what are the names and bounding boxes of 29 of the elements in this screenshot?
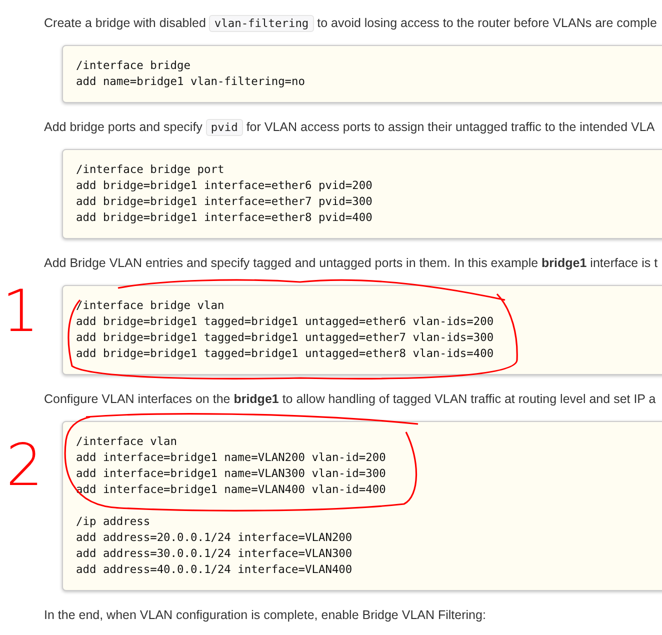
- paragraph-text: Add Bridge VLAN entries and specify tagged and untagged ports in them. In this example bridge1 interface is t: [44, 256, 658, 270]
- paragraph-text: to avoid losing access to the router before VLANs are comple: [316, 16, 657, 30]
- code-line: add bridge=bridge1 interface=ether8 pvid=400: [76, 210, 374, 226]
- inline-code: vlan-filtering: [209, 15, 314, 32]
- code-line: /interface vlan: [76, 434, 178, 450]
- handwritten-number: 1: [2, 282, 39, 340]
- inline-code: pvid: [206, 119, 243, 136]
- paragraph-text: In the end, when VLAN configuration is complete, enable Bridge VLAN Filtering:: [44, 608, 486, 622]
- code-line: add name=bridge1 vlan-filtering=no: [76, 74, 306, 90]
- code-line: add bridge=bridge1 tagged=bridge1 untagged=ether8 vlan-ids=400: [76, 346, 495, 362]
- code-line: add bridge=bridge1 tagged=bridge1 untagged=ether6 vlan-ids=200: [76, 314, 495, 330]
- code-line: add interface=bridge1 name=VLAN300 vlan-id=300: [76, 466, 387, 482]
- code-line: /interface bridge vlan: [76, 298, 226, 314]
- code-line: add address=20.0.0.1/24 interface=VLAN200: [76, 530, 354, 546]
- code-line: add address=40.0.0.1/24 interface=VLAN400: [76, 562, 354, 578]
- handwritten-number: 2: [6, 436, 43, 494]
- paragraph-text: Add bridge ports and specify: [44, 120, 204, 134]
- code-line: add address=30.0.0.1/24 interface=VLAN300: [76, 546, 354, 562]
- paragraph-text: Create a bridge with disabled: [44, 16, 207, 30]
- paragraph-text: for VLAN access ports to assign their untagged traffic to the intended VLA: [245, 120, 655, 134]
- code-line: add interface=bridge1 name=VLAN400 vlan-id=400: [76, 482, 387, 498]
- paragraph-text: Configure VLAN interfaces on the bridge1 to allow handling of tagged VLAN traffic at routing level and set IP a: [44, 392, 656, 406]
- code-line: /interface bridge port: [76, 162, 226, 178]
- code-line: add interface=bridge1 name=VLAN200 vlan-id=200: [76, 450, 387, 466]
- code-line: add bridge=bridge1 tagged=bridge1 untagged=ether7 vlan-ids=300: [76, 330, 495, 346]
- code-line: add bridge=bridge1 interface=ether6 pvid=200: [76, 178, 374, 194]
- code-line: /interface bridge: [76, 58, 192, 74]
- code-line: /ip address: [76, 514, 152, 530]
- code-line: add bridge=bridge1 interface=ether7 pvid=300: [76, 194, 374, 210]
